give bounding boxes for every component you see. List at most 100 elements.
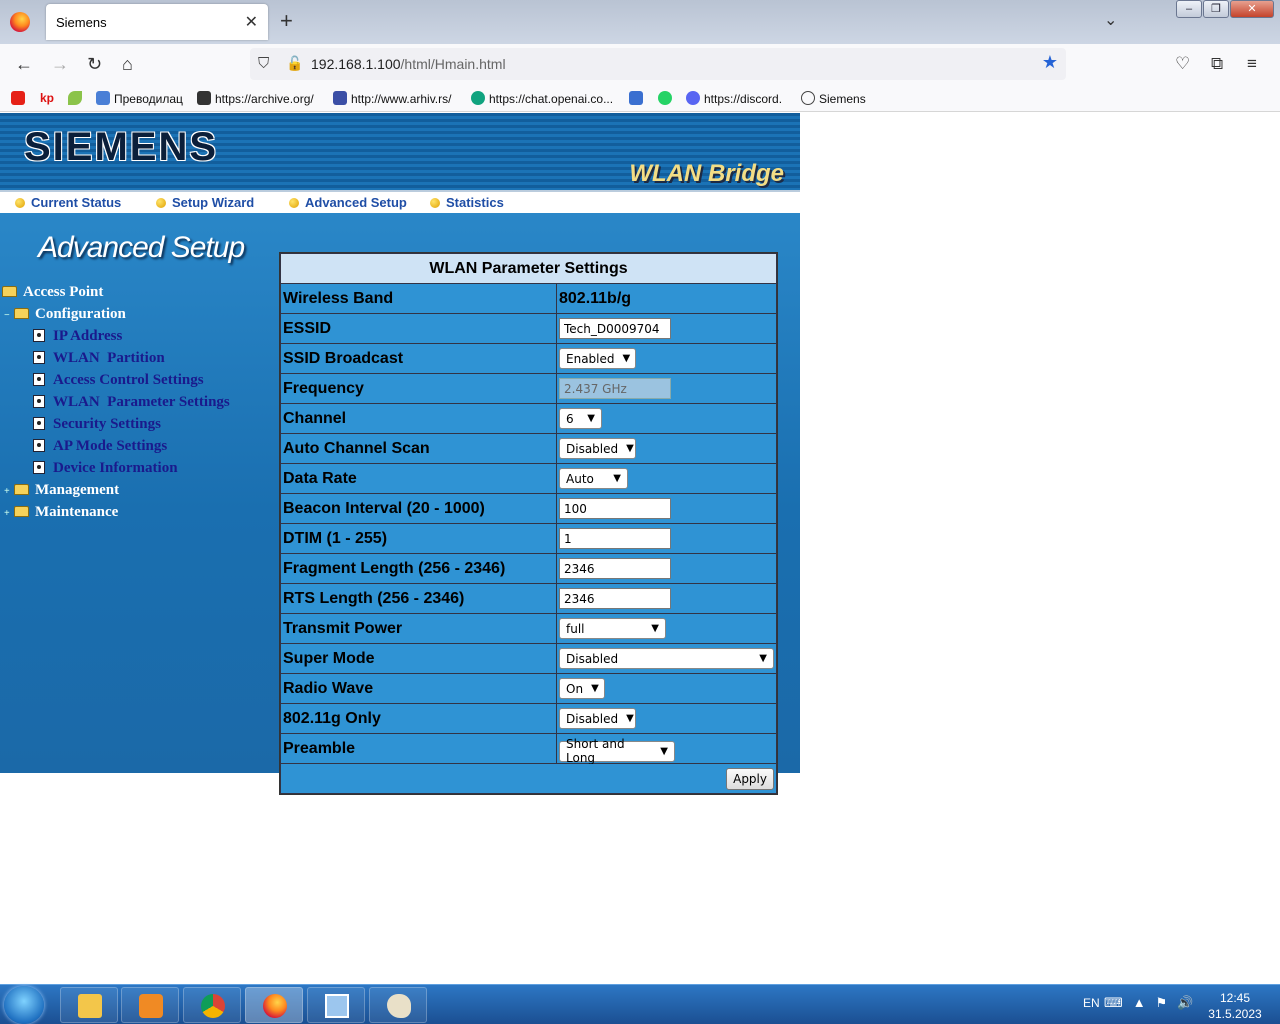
bookmark-discord[interactable]: https://discord.	[686, 91, 782, 106]
product-name: WLAN Bridge	[629, 160, 784, 187]
extensions-icon[interactable]: ⧉	[1211, 54, 1223, 74]
row-label: 802.11g Only	[280, 703, 557, 734]
bullet-icon	[430, 198, 440, 208]
tree-wlan-partition[interactable]: WLAN Partition	[33, 350, 165, 367]
taskbar-firefox[interactable]	[245, 987, 303, 1023]
taskbar-explorer[interactable]	[60, 987, 118, 1023]
g-only-select[interactable]: Disabled ▼	[559, 708, 636, 729]
tree-device-info[interactable]: Device Information	[33, 460, 178, 477]
menu-hamburger-icon[interactable]: ≡	[1247, 54, 1257, 74]
select-value: Enabled	[566, 351, 615, 366]
bookmark-star-icon[interactable]: ★	[1042, 52, 1058, 73]
folder-icon	[14, 484, 29, 495]
back-arrow-icon[interactable]: ←	[15, 54, 33, 75]
expand-icon[interactable]: +	[4, 508, 12, 519]
tree-wlan-parameter[interactable]: WLAN Parameter Settings	[33, 394, 230, 411]
row-label: DTIM (1 - 255)	[280, 523, 557, 554]
row-label: ESSID	[280, 313, 557, 344]
page-icon	[33, 351, 45, 364]
dtim-input[interactable]	[559, 528, 671, 549]
minimize-window-button[interactable]: –	[1176, 0, 1202, 18]
bookmark-label: kp	[40, 91, 55, 105]
forward-arrow-icon[interactable]: →	[51, 54, 69, 75]
url-path: /html/Hmain.html	[400, 56, 506, 72]
bookmark-translate[interactable]: Преводилац	[96, 91, 183, 106]
close-window-button[interactable]: ✕	[1230, 0, 1274, 18]
tree-ap-mode[interactable]: AP Mode Settings	[33, 438, 167, 455]
menu-label: Current Status	[31, 195, 122, 210]
system-tray-icons[interactable]: ⌨▲⚑🔊	[1104, 995, 1203, 1011]
row-label: Data Rate	[280, 463, 557, 494]
taskbar-network-app[interactable]	[307, 987, 365, 1023]
address-bar[interactable]: ⛉ 🔓 192.168.1.100/html/Hmain.html ★	[250, 48, 1066, 80]
tree-ip-address[interactable]: IP Address	[33, 328, 122, 345]
essid-input[interactable]	[559, 318, 671, 339]
start-button[interactable]	[4, 986, 44, 1024]
taskbar-media-player[interactable]	[121, 987, 179, 1023]
tab-list-chevron-icon[interactable]: ⌄	[1104, 10, 1117, 30]
bookmark-kp[interactable]: kp	[40, 91, 54, 105]
expand-icon[interactable]: +	[4, 486, 12, 497]
channel-select[interactable]: 6 ▼	[559, 408, 602, 429]
row-label: Preamble	[280, 733, 557, 764]
bookmark-openai[interactable]: https://chat.openai.co...	[471, 91, 613, 106]
beacon-interval-input[interactable]	[559, 498, 671, 519]
tree-configuration[interactable]: − Configuration	[4, 306, 126, 323]
bookmark-label: Преводилац	[114, 92, 183, 106]
tree-access-control[interactable]: Access Control Settings	[33, 372, 204, 389]
menu-label: Setup Wizard	[172, 195, 255, 210]
menu-statistics[interactable]: Statistics	[430, 195, 504, 210]
taskbar-paint[interactable]	[369, 987, 427, 1023]
close-tab-icon[interactable]: ✕	[245, 12, 258, 32]
collapse-icon[interactable]: −	[4, 310, 12, 321]
openai-icon	[471, 91, 485, 105]
bookmark-whatsapp[interactable]	[658, 91, 676, 106]
new-tab-button[interactable]: +	[280, 8, 293, 34]
fragment-length-input[interactable]	[559, 558, 671, 579]
table-row: Transmit Power full ▼	[280, 613, 777, 644]
clock[interactable]: 12:45 31.5.2023	[1204, 990, 1266, 1022]
reload-icon[interactable]: ↻	[87, 54, 102, 75]
chevron-down-icon: ▼	[759, 653, 767, 664]
auto-channel-scan-select[interactable]: Disabled ▼	[559, 438, 636, 459]
language-indicator[interactable]: EN	[1083, 996, 1100, 1010]
super-mode-select[interactable]: Disabled ▼	[559, 648, 774, 669]
bookmark-label: https://discord.	[704, 92, 783, 106]
rts-length-input[interactable]	[559, 588, 671, 609]
url-text[interactable]: 192.168.1.100/html/Hmain.html	[311, 56, 506, 72]
data-rate-select[interactable]: Auto ▼	[559, 468, 628, 489]
menu-setup-wizard[interactable]: Setup Wizard	[156, 195, 254, 210]
tree-maintenance[interactable]: + Maintenance	[4, 504, 118, 521]
preamble-select[interactable]: Short and Long ▼	[559, 737, 675, 765]
browser-tab-bar: Siemens ✕ + ⌄ – ❐ ✕	[0, 0, 1280, 44]
transmit-power-select[interactable]: full ▼	[559, 618, 666, 639]
shield-icon[interactable]: ⛉	[258, 55, 269, 72]
tree-management[interactable]: + Management	[4, 482, 119, 499]
globe-icon	[801, 91, 815, 105]
bookmark-archive[interactable]: https://archive.org/	[197, 91, 314, 106]
tree-security[interactable]: Security Settings	[33, 416, 161, 433]
restore-window-button[interactable]: ❐	[1203, 0, 1229, 18]
bookmark-arhiv[interactable]: http://www.arhiv.rs/	[333, 91, 451, 106]
bookmark-s[interactable]	[629, 91, 647, 106]
bookmark-youtube[interactable]	[11, 91, 29, 106]
menu-advanced-setup[interactable]: Advanced Setup	[289, 195, 407, 210]
home-icon[interactable]: ⌂	[122, 54, 133, 75]
insecure-lock-icon[interactable]: 🔓	[286, 55, 303, 72]
youtube-icon	[11, 91, 25, 105]
bookmarks-bar: kp Преводилац https://archive.org/ http:…	[0, 86, 1280, 112]
bookmark-siemens[interactable]: Siemens	[801, 91, 866, 106]
tree-access-point[interactable]: Access Point	[2, 284, 103, 301]
radio-wave-select[interactable]: On ▼	[559, 678, 605, 699]
ssid-broadcast-select[interactable]: Enabled ▼	[559, 348, 636, 369]
browser-tab[interactable]: Siemens ✕	[46, 4, 268, 40]
pocket-icon[interactable]: ♡	[1175, 54, 1190, 74]
chevron-down-icon: ▼	[626, 713, 634, 724]
table-row: RTS Length (256 - 2346)	[280, 583, 777, 614]
menu-current-status[interactable]: Current Status	[15, 195, 121, 210]
bookmark-leaf[interactable]	[68, 91, 86, 106]
apply-button[interactable]: Apply	[726, 768, 774, 790]
chrome-icon	[201, 994, 225, 1018]
row-label: Channel	[280, 403, 557, 434]
taskbar-chrome[interactable]	[183, 987, 241, 1023]
